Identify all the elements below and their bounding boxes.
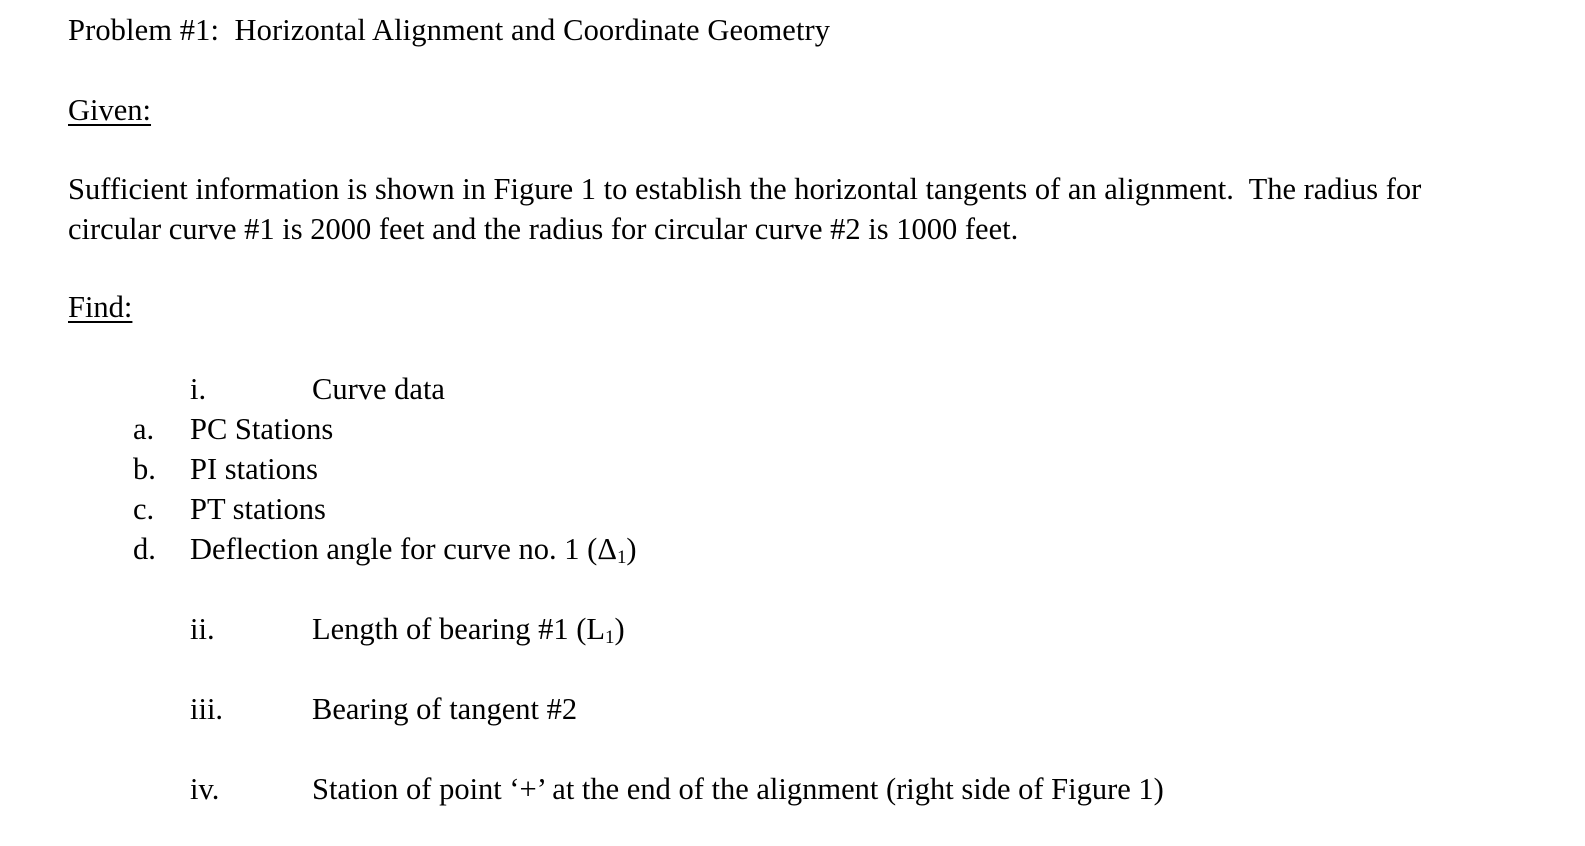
list-item-text-prefix: Length of bearing #1 (L [312,612,606,646]
list-item: ii. Length of bearing #1 (L1) [68,609,1488,649]
document-page: Problem #1: Horizontal Alignment and Coo… [0,0,1585,846]
find-items-list: i. Curve data a. PC Stations b. PI stati… [68,369,1488,809]
given-heading: Given: [68,88,1488,132]
list-item-label: PC Stations [190,412,334,446]
list-item: i. Curve data [68,369,1488,409]
list-item-text-prefix: Deflection angle for curve no. 1 (Δ [190,532,617,566]
list-item-label: Bearing of tangent #2 [312,692,578,726]
list-item: iii. Bearing of tangent #2 [68,689,1488,729]
list-item-subscript: 1 [605,627,615,649]
document-body: Problem #1: Horizontal Alignment and Coo… [68,8,1488,809]
list-item-subscript: 1 [616,547,627,569]
list-item-marker: i. [190,372,207,406]
given-heading-label: Given: [68,93,152,127]
list-item-label: Station of point ‘+’ at the end of the a… [312,772,1164,806]
list-item-label: Deflection angle for curve no. 1 (Δ1) [190,529,637,569]
list-item-label: Length of bearing #1 (L1) [312,609,625,649]
list-item-marker: b. [133,452,156,486]
list-item-marker: iii. [190,692,224,726]
list-item-text-suffix: ) [626,532,637,566]
given-paragraph: Sufficient information is shown in Figur… [68,172,1429,246]
list-item-marker: ii. [190,612,215,646]
list-item-label: PT stations [190,492,326,526]
list-item-text-suffix: ) [614,612,625,646]
list-item-label: Curve data [312,372,445,406]
list-item-marker: iv. [190,772,220,806]
list-item: d. Deflection angle for curve no. 1 (Δ1) [68,529,1488,569]
list-item-label: PI stations [190,452,318,486]
list-item: iv. Station of point ‘+’ at the end of t… [68,769,1488,809]
list-item-marker: a. [133,412,155,446]
list-item: c. PT stations [68,489,1488,529]
find-heading-label: Find: [68,290,133,324]
list-item-marker: d. [133,532,156,566]
list-item-marker: c. [133,492,155,526]
list-item: a. PC Stations [68,409,1488,449]
list-item: b. PI stations [68,449,1488,489]
problem-title: Problem #1: Horizontal Alignment and Coo… [68,13,831,47]
find-heading: Find: [68,285,1488,329]
